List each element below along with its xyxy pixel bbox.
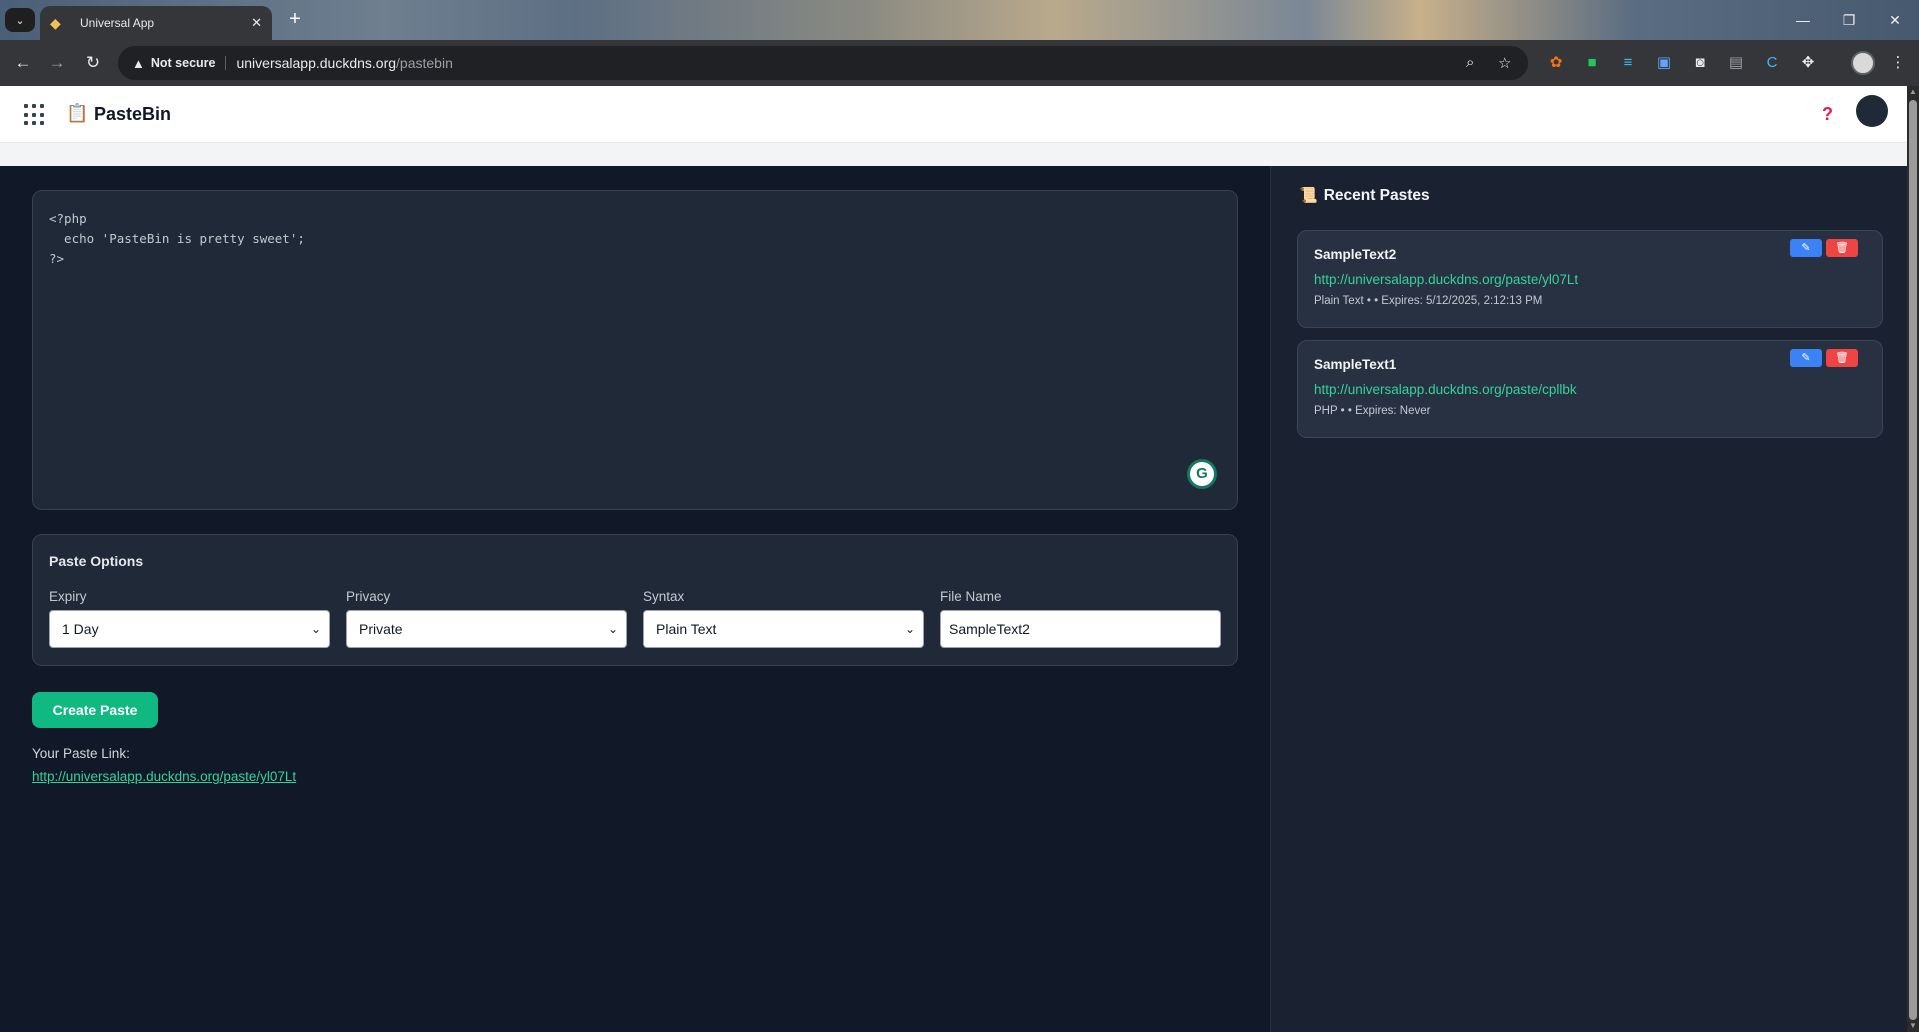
expiry-select[interactable]: 1 Day ⌄ <box>49 610 330 648</box>
paste-card[interactable]: SampleText2 http://universalapp.duckdns.… <box>1297 230 1883 328</box>
tab-search-chevron-icon[interactable]: ⌄ <box>5 8 35 32</box>
paste-card[interactable]: SampleText1 http://universalapp.duckdns.… <box>1297 340 1883 438</box>
close-window-button[interactable]: ✕ <box>1872 6 1918 34</box>
app-header: 📋 PasteBin ? <box>0 86 1907 143</box>
folder-extension-icon[interactable]: ■ <box>1581 52 1603 74</box>
tab-title: Universal App <box>80 16 155 30</box>
scroll-icon: 📜 <box>1299 187 1318 204</box>
paste-card-link[interactable]: http://universalapp.duckdns.org/paste/yl… <box>1314 272 1866 287</box>
app-favicon-icon: ◆ <box>50 15 61 31</box>
privacy-select[interactable]: Private ⌄ <box>346 610 627 648</box>
browser-tab-strip: ⌄ ◆ Universal App ✕ + — ❐ ✕ <box>0 0 1919 40</box>
warning-icon: ▲ <box>132 55 145 71</box>
cookie-extension-icon[interactable]: ✿ <box>1545 52 1567 74</box>
main-content: <?php echo 'PasteBin is pretty sweet'; ?… <box>0 166 1270 1032</box>
scrollbar-thumb[interactable] <box>1909 100 1917 1020</box>
recent-pastes-sidebar: 📜 Recent Pastes SampleText2 http://univer… <box>1270 166 1907 1032</box>
paste-card-name: SampleText1 <box>1314 357 1397 372</box>
close-tab-icon[interactable]: ✕ <box>251 15 262 31</box>
recent-pastes-heading: 📜 Recent Pastes <box>1299 186 1430 205</box>
tabs-extension-icon[interactable]: ▤ <box>1725 52 1747 74</box>
sliders-extension-icon[interactable]: ≡ <box>1617 52 1639 74</box>
paste-link[interactable]: http://universalapp.duckdns.org/paste/yl… <box>32 769 296 784</box>
new-tab-button[interactable]: + <box>282 8 308 32</box>
paste-editor-content[interactable]: <?php echo 'PasteBin is pretty sweet'; ?… <box>49 209 1221 269</box>
security-indicator[interactable]: Not secure <box>151 56 227 70</box>
c-extension-icon[interactable]: C <box>1761 52 1783 74</box>
clipboard-icon: 📋 <box>66 103 89 123</box>
paste-card-name: SampleText2 <box>1314 247 1397 262</box>
paste-options-panel: Paste Options Expiry 1 Day ⌄ Privacy Pri… <box>32 534 1238 666</box>
paste-card-meta: PHP • • Expires: Never <box>1314 405 1431 417</box>
paste-card-meta: Plain Text • • Expires: 5/12/2025, 2:12:… <box>1314 295 1543 307</box>
translate-extension-icon[interactable]: ▣ <box>1653 52 1675 74</box>
zoom-icon[interactable]: ⌕ <box>1466 54 1474 71</box>
syntax-label: Syntax <box>643 589 685 604</box>
scroll-down-icon[interactable]: ▼ <box>1907 1020 1919 1032</box>
privacy-field: Privacy Private ⌄ <box>346 589 627 648</box>
grammarly-icon[interactable]: G <box>1187 459 1217 489</box>
privacy-value: Private <box>359 621 403 637</box>
scroll-up-icon[interactable]: ▲ <box>1907 86 1919 98</box>
url-host: universalapp.duckdns.org <box>236 55 397 71</box>
syntax-value: Plain Text <box>656 621 717 637</box>
help-icon[interactable]: ? <box>1822 104 1833 125</box>
file-name-input[interactable] <box>940 610 1221 648</box>
browser-tab[interactable]: ◆ Universal App ✕ <box>40 6 272 40</box>
edit-pencil-icon[interactable]: ✎ <box>1790 239 1822 257</box>
paste-link-label: Your Paste Link: <box>32 746 130 761</box>
chevron-down-icon: ⌄ <box>904 622 915 636</box>
bookmark-star-icon[interactable]: ☆ <box>1498 54 1511 72</box>
delete-trash-icon[interactable]: 🗑 <box>1826 239 1858 257</box>
edit-pencil-icon[interactable]: ✎ <box>1790 349 1822 367</box>
syntax-field: Syntax Plain Text ⌄ <box>643 589 924 648</box>
syntax-select[interactable]: Plain Text ⌄ <box>643 610 924 648</box>
forward-arrow-icon[interactable]: → <box>44 51 70 75</box>
app-title: PasteBin <box>94 104 172 124</box>
reload-icon[interactable]: ↻ <box>80 51 106 75</box>
page: 📋 PasteBin ? <?php echo 'PasteBin is pre… <box>0 86 1907 1032</box>
app-launcher-grid-icon[interactable] <box>24 104 46 126</box>
options-title: Paste Options <box>49 553 144 569</box>
expiry-field: Expiry 1 Day ⌄ <box>49 589 330 648</box>
restore-button[interactable]: ❐ <box>1826 6 1872 34</box>
browser-menu-icon[interactable]: ⋮ <box>1887 52 1909 74</box>
browser-profile-avatar[interactable] <box>1851 51 1875 75</box>
expiry-value: 1 Day <box>62 621 99 637</box>
privacy-label: Privacy <box>346 589 391 604</box>
url-path: /pastebin <box>396 55 453 71</box>
expiry-label: Expiry <box>49 589 87 604</box>
paste-card-link[interactable]: http://universalapp.duckdns.org/paste/cp… <box>1314 382 1866 397</box>
file-name-label: File Name <box>940 589 1002 604</box>
back-arrow-icon[interactable]: ← <box>10 51 36 75</box>
create-paste-button[interactable]: Create Paste <box>32 692 158 728</box>
user-avatar[interactable] <box>1856 95 1888 127</box>
delete-trash-icon[interactable]: 🗑 <box>1826 349 1858 367</box>
address-bar[interactable]: ▲ Not secure universalapp.duckdns.org /p… <box>118 46 1528 80</box>
chevron-down-icon: ⌄ <box>607 622 618 636</box>
minimize-button[interactable]: — <box>1780 6 1826 34</box>
extensions-puzzle-icon[interactable]: ✥ <box>1797 52 1819 74</box>
page-scrollbar[interactable]: ▲ ▼ <box>1907 86 1919 1032</box>
chevron-down-icon: ⌄ <box>310 622 321 636</box>
paste-editor[interactable]: <?php echo 'PasteBin is pretty sweet'; ?… <box>32 190 1238 510</box>
file-name-field: File Name <box>940 589 1221 648</box>
glasses-extension-icon[interactable]: ◙ <box>1689 52 1711 74</box>
recent-pastes-title: Recent Pastes <box>1323 187 1430 204</box>
header-subbar <box>0 143 1907 166</box>
